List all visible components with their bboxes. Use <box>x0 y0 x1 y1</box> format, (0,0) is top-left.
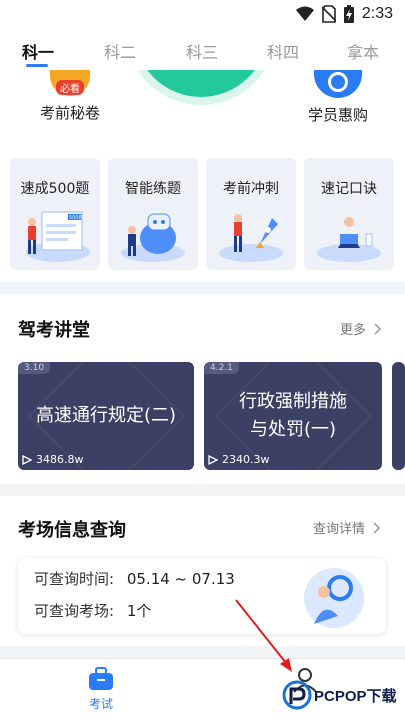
pcpop-logo-icon <box>282 680 312 710</box>
tab-ke3[interactable]: 科三 <box>186 39 218 63</box>
feature-card-label: 速成500题 <box>20 181 90 197</box>
video-views: 3486.8w <box>22 453 84 466</box>
robot-illustration-icon <box>121 213 185 262</box>
discount-shield-icon <box>314 70 362 98</box>
lecture-section: 驾考讲堂 更多 3.10 高速通行规定(二) 3486.8w 4.2.1 行政强… <box>0 294 405 484</box>
play-icon <box>208 454 218 465</box>
feature-cards-section: 速成500题 500题 智能练题 考前冲刺 速记口诀 <box>0 150 405 282</box>
video-card[interactable]: 3.10 高速通行规定(二) 3486.8w <box>18 362 194 470</box>
feature-card-sprint[interactable]: 考前冲刺 <box>206 158 296 270</box>
must-see-badge: 必看 <box>56 80 84 95</box>
video-title: 行政强制措施 与处罚(一) <box>239 391 347 440</box>
query-venue-row: 可查询考场: 1个 <box>34 602 152 620</box>
feature-card-label: 速记口诀 <box>321 181 377 197</box>
venue-title: 考场信息查询 <box>18 520 126 541</box>
document-illustration-icon: 500题 <box>26 211 90 262</box>
lecture-title: 驾考讲堂 <box>18 320 90 341</box>
video-card[interactable]: 4.2.1 行政强制措施 与处罚(一) 2340.3w <box>204 362 382 470</box>
more-label: 更多 <box>340 323 367 338</box>
status-icons: 2:33 <box>295 5 393 23</box>
feature-card-mnemonic[interactable]: 速记口诀 <box>304 158 394 270</box>
video-chapter-tag: 4.2.1 <box>204 362 239 374</box>
student-discount-label: 学员惠购 <box>307 106 368 124</box>
pcpop-watermark: PCPOP下载 <box>282 680 397 710</box>
subject-tabs: 科一 科二 科三 科四 拿本 <box>0 30 405 70</box>
nav-exam[interactable]: 考试 <box>84 667 118 712</box>
chevron-right-icon <box>373 521 381 534</box>
chevron-right-icon <box>374 322 382 335</box>
venue-info-card[interactable]: 可查询时间: 05.14 ~ 07.13 可查询考场: 1个 <box>18 558 386 634</box>
video-title: 高速通行规定(二) <box>35 405 177 426</box>
tab-ke2[interactable]: 科二 <box>104 39 136 63</box>
feature-card-500[interactable]: 速成500题 500题 <box>10 158 100 270</box>
status-time: 2:33 <box>361 5 393 22</box>
lecture-more-link[interactable]: 更多 <box>340 319 382 338</box>
quick-entry-section: 必看 考前秘卷 学员惠购 <box>0 70 405 150</box>
tab-ke4[interactable]: 科四 <box>267 39 299 63</box>
reading-illustration-icon <box>317 217 381 262</box>
feature-card-smart[interactable]: 智能练题 <box>108 158 198 270</box>
status-bar: 2:33 <box>0 0 405 30</box>
venue-query-section: 考场信息查询 查询详情 可查询时间: 05.14 ~ 07.13 可查询考场: … <box>0 496 405 646</box>
secret-paper-label: 考前秘卷 <box>39 104 100 122</box>
play-icon <box>22 454 32 465</box>
rocket-illustration-icon <box>219 214 283 262</box>
tab-ke1[interactable]: 科一 <box>22 39 54 63</box>
hero-progress-ring[interactable] <box>126 70 276 105</box>
query-details-label: 查询详情 <box>313 522 366 537</box>
exam-bag-icon <box>89 667 113 690</box>
feature-card-label: 考前冲刺 <box>223 181 279 197</box>
watermark-text: PCPOP下载 <box>314 687 397 705</box>
exam-secret-paper-entry[interactable]: 必看 考前秘卷 <box>30 70 110 123</box>
search-illustration-icon <box>304 568 364 628</box>
battery-charging-icon <box>343 5 354 23</box>
video-views: 2340.3w <box>208 453 270 466</box>
wifi-icon <box>295 6 314 21</box>
video-card-partial[interactable] <box>392 362 405 470</box>
active-tab-indicator <box>26 64 48 67</box>
feature-card-label: 智能练题 <box>125 181 181 197</box>
student-discount-entry[interactable]: 学员惠购 <box>296 70 380 125</box>
venue-details-link[interactable]: 查询详情 <box>313 518 381 537</box>
video-chapter-tag: 3.10 <box>18 362 51 374</box>
tab-naben[interactable]: 拿本 <box>347 39 379 63</box>
nav-exam-label: 考试 <box>88 697 113 711</box>
svg-text:500题: 500题 <box>69 215 84 221</box>
secret-paper-icon: 必看 <box>50 70 90 96</box>
query-time-row: 可查询时间: 05.14 ~ 07.13 <box>34 570 235 588</box>
no-sim-icon <box>321 5 336 23</box>
